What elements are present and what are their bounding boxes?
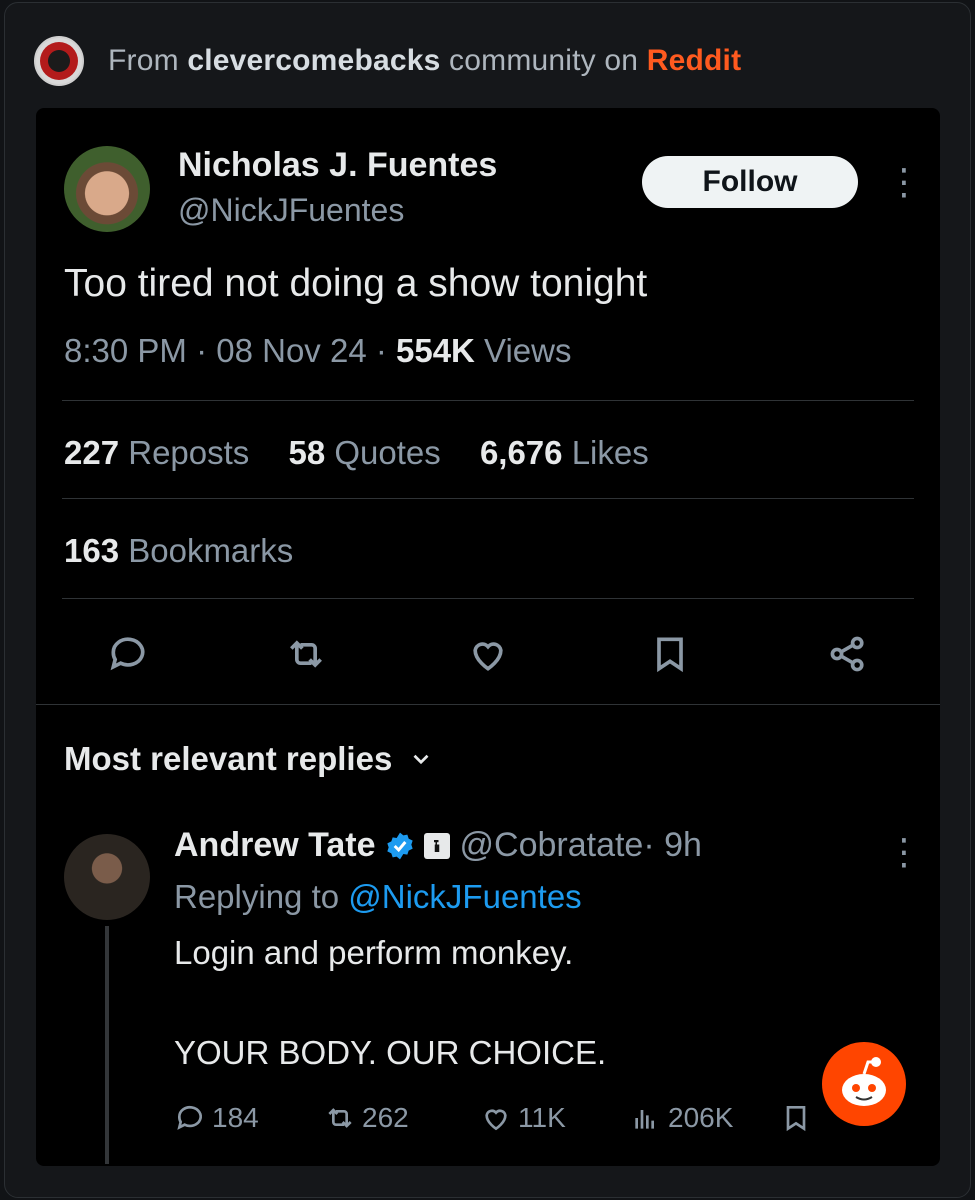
- reply-author-avatar[interactable]: [64, 834, 150, 920]
- tweet-time[interactable]: 8:30 PM: [64, 332, 187, 369]
- like-icon: [485, 1109, 507, 1131]
- reposts-count: 227: [64, 434, 120, 471]
- tweet-meta: 8:30 PM · 08 Nov 24 · 554K Views: [64, 332, 572, 370]
- reply-icon[interactable]: [106, 632, 150, 676]
- reply-bookmark-button[interactable]: [780, 1102, 818, 1134]
- reply-likes-stat[interactable]: 11K: [480, 1102, 566, 1134]
- share-icon[interactable]: [826, 632, 870, 676]
- bookmarks-stat[interactable]: 163 Bookmarks: [64, 532, 293, 570]
- embed-header: From clevercomebacks community on Reddit: [34, 36, 741, 86]
- engagement-stats: 227 Reposts 58 Quotes 6,676 Likes: [64, 434, 679, 472]
- author-handle[interactable]: @NickJFuentes: [178, 192, 404, 229]
- follow-button[interactable]: Follow: [642, 156, 858, 208]
- like-icon[interactable]: [466, 632, 510, 676]
- more-icon[interactable]: ⋮: [886, 832, 922, 872]
- divider: [62, 400, 914, 401]
- replies-sort-label: Most relevant replies: [64, 740, 393, 777]
- thread-line: [105, 926, 109, 1164]
- reply-replies-count: 184: [212, 1102, 259, 1133]
- tweet-screenshot: Nicholas J. Fuentes @NickJFuentes Follow…: [36, 108, 940, 1166]
- divider: [62, 498, 914, 499]
- reply-author-handle[interactable]: @Cobratate: [460, 826, 644, 865]
- quotes-stat[interactable]: 58 Quotes: [288, 434, 440, 471]
- replies-sort-dropdown[interactable]: Most relevant replies: [64, 740, 434, 778]
- repost-icon[interactable]: [284, 632, 328, 676]
- embed-source-text: From clevercomebacks community on Reddit: [108, 44, 741, 78]
- quotes-count: 58: [288, 434, 326, 471]
- views-icon: [635, 1110, 654, 1129]
- bookmark-icon[interactable]: [648, 632, 692, 676]
- source-prefix: From: [108, 44, 188, 77]
- replying-prefix: Replying to: [174, 878, 349, 915]
- views-count: 554K: [396, 332, 475, 369]
- subreddit-link[interactable]: clevercomebacks: [187, 44, 440, 77]
- repost-icon: [328, 1108, 352, 1128]
- divider: [62, 598, 914, 599]
- bookmark-icon: [786, 1106, 806, 1132]
- reddit-snoo-icon[interactable]: [822, 1042, 906, 1126]
- bookmarks-count: 163: [64, 532, 120, 569]
- reply-reposts-count: 262: [362, 1102, 409, 1133]
- subreddit-avatar-icon[interactable]: [34, 36, 84, 86]
- meta-separator: ·: [366, 332, 396, 369]
- views-label: Views: [474, 332, 572, 369]
- tweet-text: Too tired not doing a show tonight: [64, 262, 648, 305]
- author-avatar[interactable]: [64, 146, 150, 232]
- reply-time[interactable]: · 9h: [643, 826, 702, 865]
- source-middle: community on: [440, 44, 647, 77]
- reply-text-line-1: Login and perform monkey.: [174, 934, 574, 971]
- verified-badge-icon: [386, 832, 413, 859]
- meta-separator: ·: [186, 332, 217, 369]
- reply-icon: [177, 1105, 202, 1130]
- reply-author-name[interactable]: Andrew Tate: [174, 826, 376, 865]
- more-icon[interactable]: ⋮: [886, 162, 922, 202]
- reply-header: Andrew Tate @Cobratate · 9h: [174, 826, 702, 865]
- reply-likes-count: 11K: [518, 1102, 566, 1133]
- likes-count: 6,676: [479, 434, 563, 471]
- section-separator: [36, 704, 940, 705]
- tweet-date[interactable]: 08 Nov 24: [216, 332, 366, 369]
- likes-label: Likes: [562, 434, 649, 471]
- reply-views-stat[interactable]: 206K: [630, 1102, 733, 1134]
- reply-views-count: 206K: [668, 1102, 734, 1133]
- reply-replies-stat[interactable]: 184: [174, 1102, 259, 1134]
- chevron-down-icon: [413, 754, 429, 765]
- reposts-stat[interactable]: 227 Reposts: [64, 434, 249, 471]
- likes-stat[interactable]: 6,676 Likes: [480, 434, 649, 471]
- reposts-label: Reposts: [119, 434, 250, 471]
- quotes-label: Quotes: [325, 434, 441, 471]
- replying-to: Replying to @NickJFuentes: [174, 878, 582, 916]
- author-name[interactable]: Nicholas J. Fuentes: [178, 146, 497, 185]
- affiliate-badge-icon: [423, 832, 450, 859]
- reply-reposts-stat[interactable]: 262: [324, 1102, 409, 1134]
- reply-text-line-2: YOUR BODY. OUR CHOICE.: [174, 1034, 607, 1071]
- reddit-link[interactable]: Reddit: [647, 44, 742, 77]
- bookmarks-label: Bookmarks: [119, 532, 294, 569]
- replying-to-mention[interactable]: @NickJFuentes: [348, 878, 581, 915]
